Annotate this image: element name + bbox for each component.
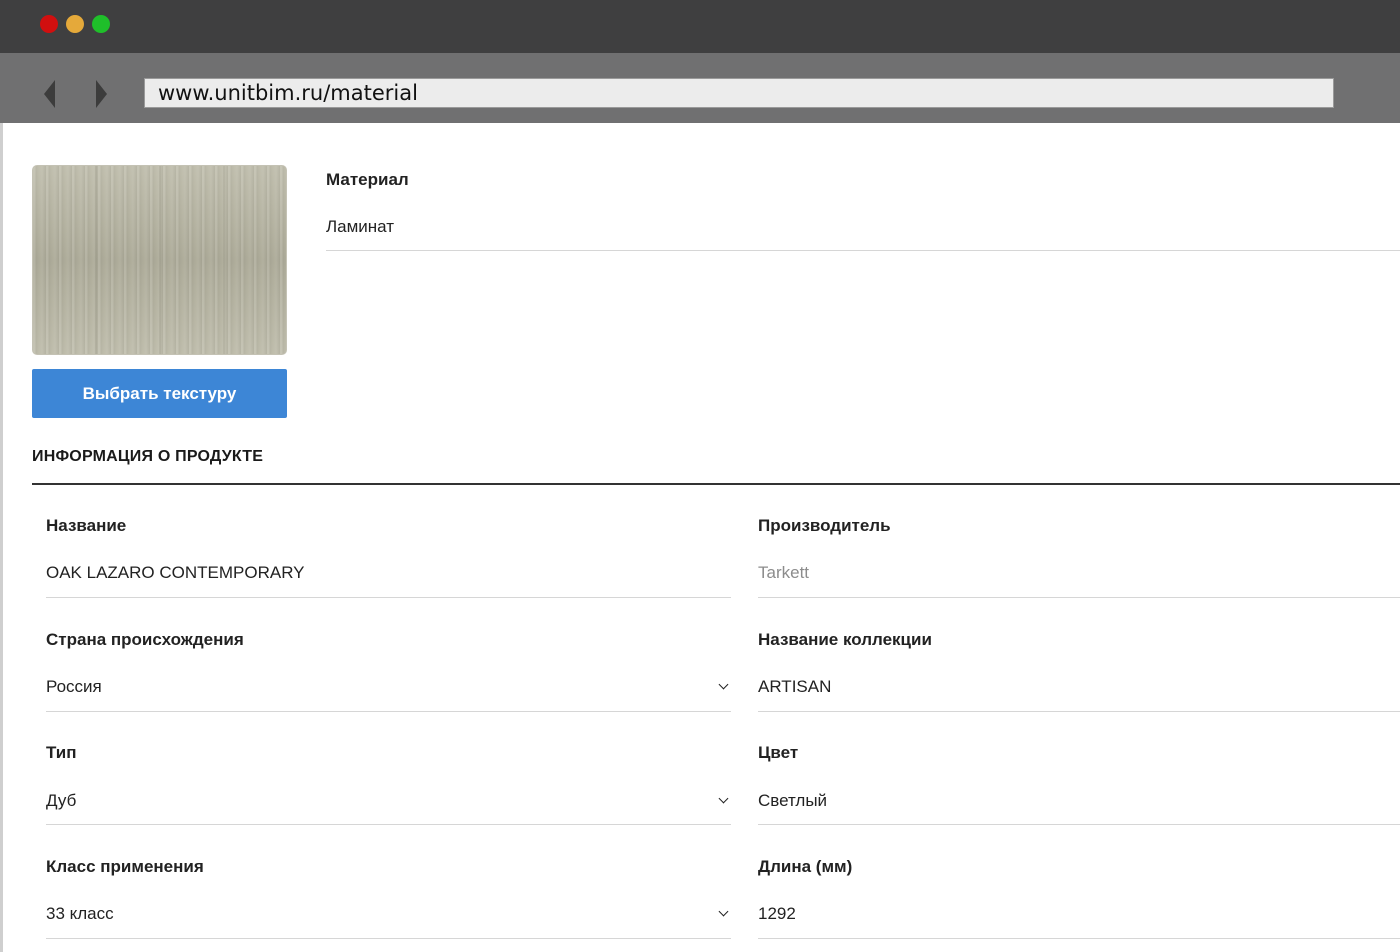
type-underline: [46, 824, 731, 825]
usage-class-select[interactable]: 33 класс: [46, 904, 114, 924]
manufacturer-label: Производитель: [758, 516, 891, 535]
type-select[interactable]: Дуб: [46, 791, 76, 811]
length-underline: [758, 938, 1400, 939]
product-info-heading: ИНФОРМАЦИЯ О ПРОДУКТЕ: [32, 448, 264, 465]
address-bar[interactable]: www.unitbim.ru/material: [144, 78, 1334, 108]
name-input[interactable]: OAK LAZARO CONTEMPORARY: [46, 563, 305, 583]
color-label: Цвет: [758, 743, 799, 762]
window-titlebar: [0, 0, 1400, 53]
window-minimize-button[interactable]: [66, 15, 84, 33]
country-label: Страна происхождения: [46, 630, 244, 649]
color-underline: [758, 824, 1400, 825]
usage-class-label: Класс применения: [46, 857, 204, 876]
type-label: Тип: [46, 743, 77, 762]
name-label: Название: [46, 516, 127, 535]
browser-navbar: www.unitbim.ru/material: [0, 53, 1400, 123]
color-input[interactable]: Светлый: [758, 791, 827, 811]
manufacturer-underline: [758, 597, 1400, 598]
back-icon[interactable]: [44, 80, 55, 108]
manufacturer-input[interactable]: Tarkett: [758, 563, 809, 583]
window-close-button[interactable]: [40, 15, 58, 33]
forward-icon[interactable]: [96, 80, 107, 108]
texture-preview: [32, 165, 287, 355]
collection-input[interactable]: ARTISAN: [758, 677, 831, 697]
country-underline: [46, 711, 731, 712]
material-underline: [326, 250, 1400, 251]
window-maximize-button[interactable]: [92, 15, 110, 33]
section-divider: [32, 483, 1400, 485]
material-value[interactable]: Ламинат: [326, 217, 394, 237]
length-label: Длина (мм): [758, 857, 853, 876]
name-underline: [46, 597, 731, 598]
usage-class-underline: [46, 938, 731, 939]
material-label: Материал: [326, 170, 409, 189]
collection-underline: [758, 711, 1400, 712]
collection-label: Название коллекции: [758, 630, 932, 649]
length-input[interactable]: 1292: [758, 904, 796, 924]
country-select[interactable]: Россия: [46, 677, 102, 697]
choose-texture-button[interactable]: Выбрать текстуру: [32, 369, 287, 418]
